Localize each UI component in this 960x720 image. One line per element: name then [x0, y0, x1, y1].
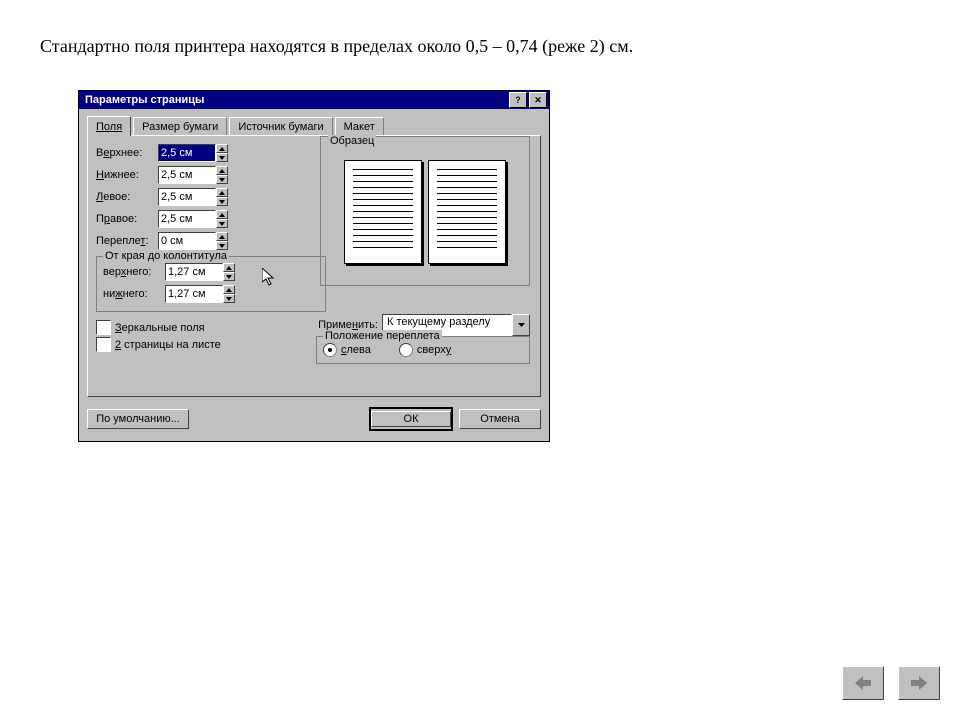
- label-right-margin: Правое:: [96, 213, 158, 225]
- label-bottom-margin: Нижнее:: [96, 169, 158, 181]
- spin-up-icon[interactable]: [216, 166, 228, 175]
- tab-margins[interactable]: Поля: [87, 116, 131, 136]
- spin-down-icon[interactable]: [216, 175, 228, 184]
- binding-top-radio[interactable]: сверху: [399, 343, 451, 357]
- close-button[interactable]: ✕: [529, 92, 547, 108]
- label-footer: нижнего:: [103, 288, 165, 300]
- spin-down-icon[interactable]: [216, 219, 228, 228]
- radio-icon: [323, 343, 337, 357]
- help-button[interactable]: ?: [509, 92, 527, 108]
- tab-paper-size[interactable]: Размер бумаги: [133, 117, 227, 136]
- label-gutter: Переплет:: [96, 235, 158, 247]
- page-caption: Стандартно поля принтера находятся в пре…: [40, 36, 633, 57]
- spin-up-icon[interactable]: [216, 210, 228, 219]
- label-top-margin: Верхнее:: [96, 147, 158, 159]
- titlebar: Параметры страницы ? ✕: [79, 91, 549, 109]
- checkbox-icon: [96, 337, 111, 352]
- header-spinner[interactable]: [165, 263, 235, 281]
- tab-layout[interactable]: Макет: [335, 117, 384, 136]
- top-margin-spinner[interactable]: [158, 144, 228, 162]
- nav-prev-button[interactable]: [842, 666, 884, 700]
- bottom-margin-spinner[interactable]: [158, 166, 228, 184]
- footer-spinner[interactable]: [165, 285, 235, 303]
- cancel-button[interactable]: Отмена: [459, 409, 541, 429]
- ok-button[interactable]: ОК: [369, 407, 453, 431]
- spin-up-icon[interactable]: [216, 232, 228, 241]
- top-margin-input[interactable]: [158, 144, 216, 162]
- tab-paper-source[interactable]: Источник бумаги: [229, 117, 332, 136]
- binding-legend: Положение переплета: [323, 330, 442, 342]
- dropdown-arrow-icon[interactable]: [512, 314, 530, 336]
- footer-input[interactable]: [165, 285, 223, 303]
- right-margin-input[interactable]: [158, 210, 216, 228]
- label-left-margin: Левое:: [96, 191, 158, 203]
- arrow-right-icon: [911, 676, 927, 690]
- header-footer-group: От края до колонтитула верхнего: нижнего…: [96, 256, 326, 312]
- nav-next-button[interactable]: [898, 666, 940, 700]
- spin-up-icon[interactable]: [216, 188, 228, 197]
- left-margin-spinner[interactable]: [158, 188, 228, 206]
- checkbox-icon: [96, 320, 111, 335]
- two-pages-checkbox[interactable]: 2 страницы на листе: [96, 337, 326, 352]
- page-preview-icon: [344, 160, 422, 264]
- gutter-input[interactable]: [158, 232, 216, 250]
- preview-group: Образец: [320, 136, 530, 286]
- tabs: Поля Размер бумаги Источник бумаги Макет: [87, 115, 541, 135]
- binding-position-group: Положение переплета слева сверху: [316, 336, 530, 364]
- mirror-margins-checkbox[interactable]: Зеркальные поля: [96, 320, 326, 335]
- bottom-margin-input[interactable]: [158, 166, 216, 184]
- spin-down-icon[interactable]: [216, 241, 228, 250]
- dialog-title: Параметры страницы: [81, 94, 507, 106]
- spin-down-icon[interactable]: [223, 272, 235, 281]
- spin-down-icon[interactable]: [216, 153, 228, 162]
- spin-down-icon[interactable]: [216, 197, 228, 206]
- header-input[interactable]: [165, 263, 223, 281]
- page-preview-icon: [428, 160, 506, 264]
- binding-left-radio[interactable]: слева: [323, 343, 371, 357]
- arrow-left-icon: [855, 676, 871, 690]
- right-margin-spinner[interactable]: [158, 210, 228, 228]
- spin-up-icon[interactable]: [223, 285, 235, 294]
- spin-up-icon[interactable]: [223, 263, 235, 272]
- radio-icon: [399, 343, 413, 357]
- label-header: верхнего:: [103, 266, 165, 278]
- header-footer-legend: От края до колонтитула: [103, 250, 229, 262]
- tab-panel: Верхнее: Нижнее: Лев: [87, 135, 541, 397]
- left-margin-input[interactable]: [158, 188, 216, 206]
- page-setup-dialog: Параметры страницы ? ✕ Поля Размер бумаг…: [78, 90, 550, 442]
- gutter-spinner[interactable]: [158, 232, 228, 250]
- default-button[interactable]: По умолчанию...: [87, 409, 189, 429]
- spin-down-icon[interactable]: [223, 294, 235, 303]
- preview-legend: Образец: [328, 135, 376, 147]
- spin-up-icon[interactable]: [216, 144, 228, 153]
